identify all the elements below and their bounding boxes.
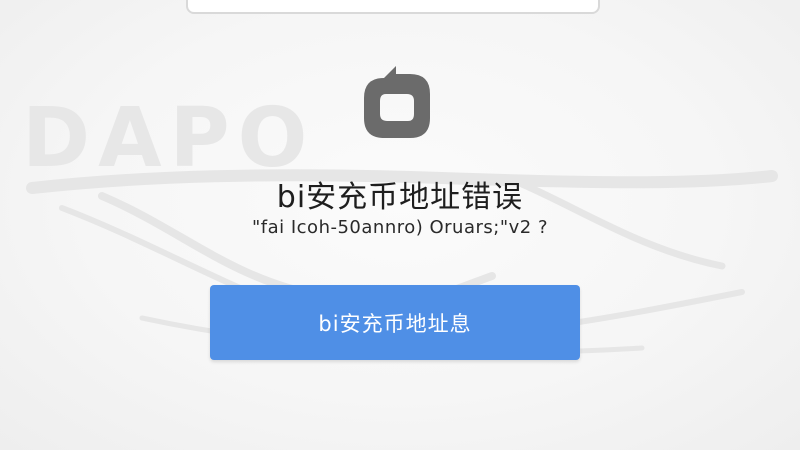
error-page: DAPO bi安充币地址错误 "fai Icoh-50annro) Oruars… <box>0 0 800 450</box>
error-subtitle: "fai Icoh-50annro) Oruars;"v2 ? <box>251 217 548 238</box>
top-search-field[interactable] <box>186 0 600 14</box>
app-logo-icon <box>364 66 430 138</box>
primary-action-button[interactable]: bi安充币地址息 <box>210 285 580 360</box>
error-title: bi安充币地址错误 <box>276 180 524 215</box>
primary-action-label: bi安充币地址息 <box>318 311 472 336</box>
